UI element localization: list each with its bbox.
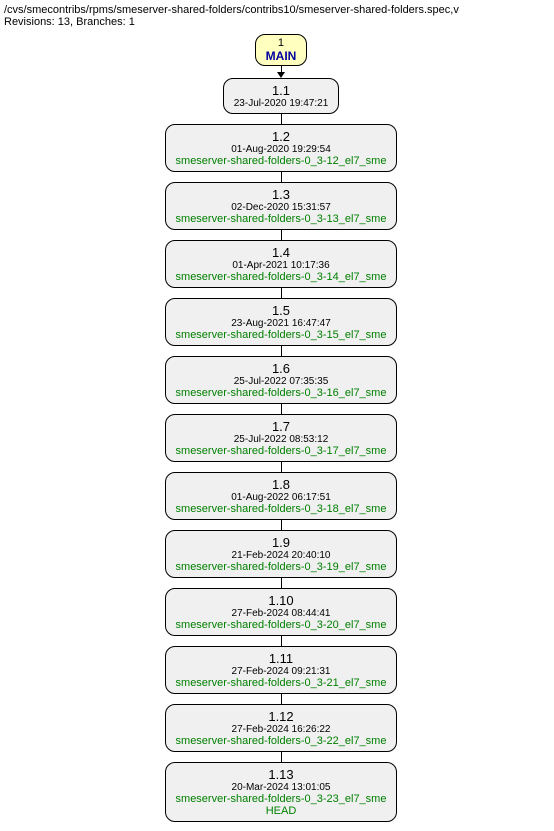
connector-arrow [277, 66, 285, 78]
connector [281, 288, 282, 298]
revision-number: 1.10 [176, 593, 387, 608]
revision-tag: smeserver-shared-folders-0_3-22_el7_sme [176, 735, 387, 747]
revision-date: 27-Feb-2024 09:21:31 [176, 666, 387, 677]
revision-node: 1.1227-Feb-2024 16:26:22smeserver-shared… [165, 704, 398, 752]
connector [281, 752, 282, 762]
revision-node: 1.302-Dec-2020 15:31:57smeserver-shared-… [165, 182, 398, 230]
revision-tag: smeserver-shared-folders-0_3-23_el7_sme [176, 793, 387, 805]
connector [281, 230, 282, 240]
revision-date: 20-Mar-2024 13:01:05 [176, 782, 387, 793]
revision-node: 1.725-Jul-2022 08:53:12smeserver-shared-… [165, 414, 398, 462]
connector [281, 114, 282, 124]
revision-tag: smeserver-shared-folders-0_3-14_el7_sme [176, 271, 387, 283]
revision-tag: smeserver-shared-folders-0_3-16_el7_sme [176, 387, 387, 399]
revision-number: 1.12 [176, 709, 387, 724]
revision-node: 1.921-Feb-2024 20:40:10smeserver-shared-… [165, 530, 398, 578]
revision-date: 01-Apr-2021 10:17:36 [176, 260, 387, 271]
connector [281, 520, 282, 530]
revision-tag: smeserver-shared-folders-0_3-15_el7_sme [176, 329, 387, 341]
revision-date: 25-Jul-2022 07:35:35 [176, 376, 387, 387]
revision-number: 1.7 [176, 419, 387, 434]
connector [281, 404, 282, 414]
connector [281, 172, 282, 182]
revision-tag: smeserver-shared-folders-0_3-13_el7_sme [176, 213, 387, 225]
revision-date: 27-Feb-2024 08:44:41 [176, 608, 387, 619]
revision-number: 1.13 [176, 767, 387, 782]
revision-node: 1.1027-Feb-2024 08:44:41smeserver-shared… [165, 588, 398, 636]
revision-number: 1.2 [176, 129, 387, 144]
revision-tag: smeserver-shared-folders-0_3-17_el7_sme [176, 445, 387, 457]
revision-node: 1.201-Aug-2020 19:29:54smeserver-shared-… [165, 124, 398, 172]
revision-date: 02-Dec-2020 15:31:57 [176, 202, 387, 213]
revision-tag: HEAD [176, 805, 387, 817]
revision-node: 1.123-Jul-2020 19:47:21 [223, 78, 340, 114]
connector [281, 462, 282, 472]
revision-node: 1.523-Aug-2021 16:47:47smeserver-shared-… [165, 298, 398, 346]
file-path: /cvs/smecontribs/rpms/smeserver-shared-f… [4, 4, 554, 16]
revision-info: Revisions: 13, Branches: 1 [4, 16, 554, 28]
connector [281, 346, 282, 356]
revision-tree: 1 MAIN 1.123-Jul-2020 19:47:211.201-Aug-… [4, 34, 554, 822]
connector [281, 636, 282, 646]
revision-tag: smeserver-shared-folders-0_3-18_el7_sme [176, 503, 387, 515]
revision-number: 1.11 [176, 651, 387, 666]
connector [281, 578, 282, 588]
connector [281, 694, 282, 704]
revision-number: 1.1 [234, 83, 329, 98]
branch-name: MAIN [266, 49, 297, 63]
branch-number: 1 [266, 37, 297, 49]
revision-node: 1.1320-Mar-2024 13:01:05smeserver-shared… [165, 762, 398, 822]
revision-date: 23-Jul-2020 19:47:21 [234, 98, 329, 109]
revision-number: 1.5 [176, 303, 387, 318]
revision-number: 1.6 [176, 361, 387, 376]
revision-date: 27-Feb-2024 16:26:22 [176, 724, 387, 735]
revision-node: 1.401-Apr-2021 10:17:36smeserver-shared-… [165, 240, 398, 288]
header: /cvs/smecontribs/rpms/smeserver-shared-f… [4, 4, 554, 28]
revision-number: 1.9 [176, 535, 387, 550]
revision-tag: smeserver-shared-folders-0_3-20_el7_sme [176, 619, 387, 631]
revision-node: 1.625-Jul-2022 07:35:35smeserver-shared-… [165, 356, 398, 404]
revision-node: 1.801-Aug-2022 06:17:51smeserver-shared-… [165, 472, 398, 520]
revision-node: 1.1127-Feb-2024 09:21:31smeserver-shared… [165, 646, 398, 694]
revision-number: 1.4 [176, 245, 387, 260]
revision-date: 21-Feb-2024 20:40:10 [176, 550, 387, 561]
revision-number: 1.8 [176, 477, 387, 492]
branch-node: 1 MAIN [255, 34, 308, 66]
revision-tag: smeserver-shared-folders-0_3-12_el7_sme [176, 155, 387, 167]
revision-tag: smeserver-shared-folders-0_3-19_el7_sme [176, 561, 387, 573]
revision-date: 01-Aug-2022 06:17:51 [176, 492, 387, 503]
revision-date: 01-Aug-2020 19:29:54 [176, 144, 387, 155]
revision-tag: smeserver-shared-folders-0_3-21_el7_sme [176, 677, 387, 689]
revision-number: 1.3 [176, 187, 387, 202]
revision-date: 23-Aug-2021 16:47:47 [176, 318, 387, 329]
revision-date: 25-Jul-2022 08:53:12 [176, 434, 387, 445]
